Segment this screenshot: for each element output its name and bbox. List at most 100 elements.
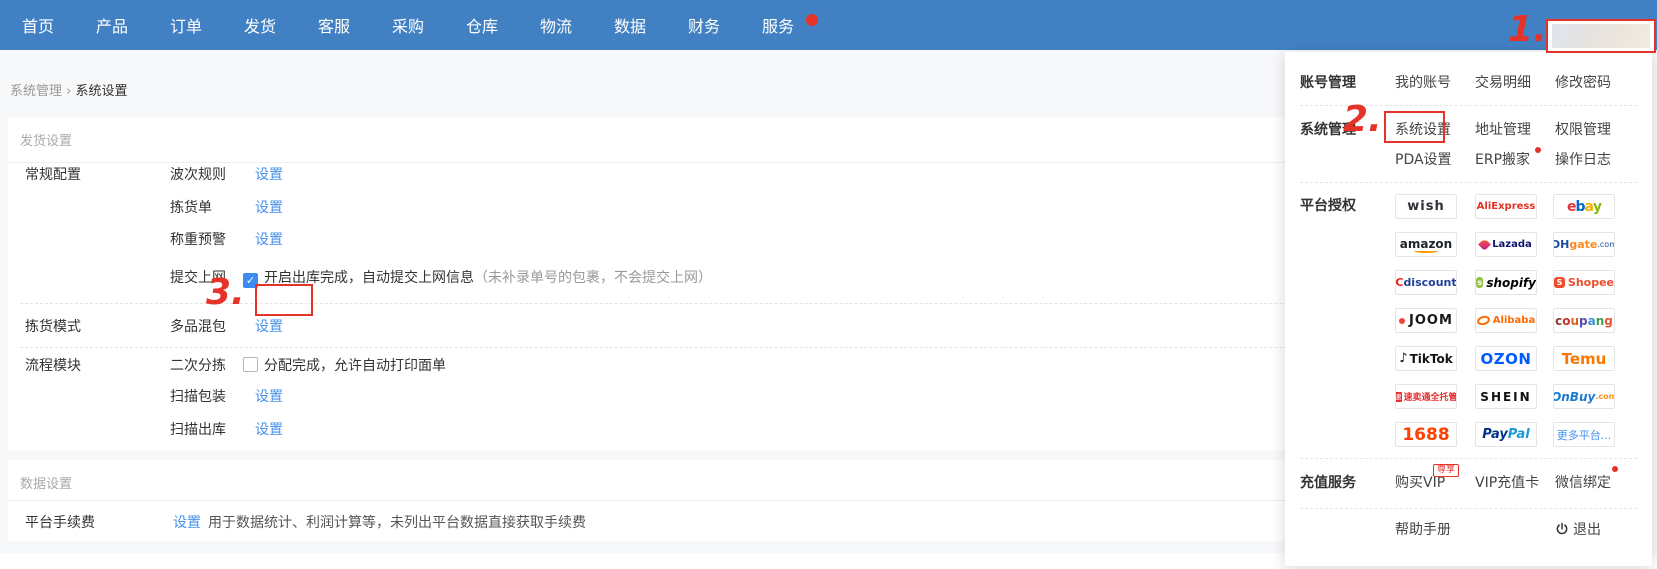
platform-alibaba[interactable]: Alibaba	[1475, 308, 1537, 333]
shein-logo: SHEIN	[1480, 390, 1531, 404]
wechat-binding-dot	[1612, 466, 1618, 472]
aliexpress-managed-logo: 速卖通全托管	[1404, 390, 1458, 403]
menu-item-wechat-binding[interactable]: 微信绑定	[1555, 473, 1611, 493]
shopee-logo: Shopee	[1568, 276, 1614, 289]
menu-item-pda-settings[interactable]: PDA设置	[1395, 150, 1452, 170]
platform-wish[interactable]: wish	[1395, 194, 1457, 219]
user-avatar[interactable]	[1546, 19, 1656, 53]
panel-label-account: 账号管理	[1300, 73, 1356, 93]
menu-item-system-settings[interactable]: 系统设置	[1395, 120, 1451, 140]
checkbox-checked[interactable]: ✓	[243, 273, 258, 288]
joom-logo: JOOM	[1409, 313, 1453, 328]
picking-list-setting-link[interactable]: 设置	[255, 198, 283, 218]
platform-ozon[interactable]: OZON	[1475, 346, 1537, 371]
nav-item-data[interactable]: 数据	[614, 13, 646, 37]
platform-ebay[interactable]: ebay	[1553, 194, 1615, 219]
logo-1688: 1688	[1402, 425, 1449, 445]
platform-amazon[interactable]: amazon	[1395, 232, 1457, 257]
menu-item-permission-management[interactable]: 权限管理	[1555, 120, 1611, 140]
nav-item-shipping[interactable]: 发货	[244, 13, 276, 37]
menu-item-erp-migration[interactable]: ERP搬家	[1475, 150, 1530, 170]
ozon-logo: OZON	[1481, 350, 1532, 368]
row-label-second-sorting: 二次分拣	[170, 356, 226, 376]
platform-temu[interactable]: Temu	[1553, 346, 1615, 371]
checkbox-unchecked[interactable]	[243, 357, 258, 372]
platform-more[interactable]: 更多平台...	[1553, 422, 1615, 447]
row-label-platform-fee: 平台手续费	[25, 513, 95, 533]
row-label-picking-list: 拣货单	[170, 198, 212, 218]
platform-cdiscount[interactable]: Cdiscount	[1395, 270, 1457, 295]
paypal-logo: Pay	[1482, 427, 1508, 442]
dhgate-logo: DH	[1553, 238, 1569, 251]
nav-item-service[interactable]: 服务	[762, 13, 794, 37]
avatar-image	[1552, 24, 1650, 48]
group-label-process-module: 流程模块	[25, 356, 81, 376]
annotation-box-setting	[255, 284, 313, 316]
nav-item-customer-service[interactable]: 客服	[318, 13, 350, 37]
shopee-bag-icon: S	[1554, 277, 1565, 288]
platform-fee-description: 用于数据统计、利润计算等，未列出平台数据直接获取手续费	[208, 513, 586, 533]
row-label-scan-outbound: 扫描出库	[170, 420, 226, 440]
platform-tiktok[interactable]: ♪TikTok	[1395, 346, 1457, 371]
section-title-shipping: 发货设置	[20, 130, 72, 149]
platform-lazada[interactable]: Lazada	[1475, 232, 1537, 257]
platform-dhgate[interactable]: DHgate.com	[1553, 232, 1615, 257]
row-label-scan-packing: 扫描包装	[170, 387, 226, 407]
nav-item-orders[interactable]: 订单	[170, 13, 202, 37]
vip-badge: 尊享	[1433, 464, 1459, 477]
nav-item-warehouse[interactable]: 仓库	[466, 13, 498, 37]
menu-item-vip-card[interactable]: VIP充值卡	[1475, 473, 1539, 493]
wave-rule-setting-link[interactable]: 设置	[255, 165, 283, 185]
group-label-picking-mode: 拣货模式	[25, 317, 81, 337]
scan-outbound-setting-link[interactable]: 设置	[255, 420, 283, 440]
platform-fee-setting-link[interactable]: 设置	[173, 513, 201, 533]
user-dropdown-panel: 账号管理 我的账号 交易明细 修改密码 系统管理 系统设置 地址管理 权限管理 …	[1285, 52, 1652, 566]
cdiscount-logo: C	[1395, 276, 1403, 289]
platform-aliexpress[interactable]: AliExpress	[1475, 194, 1537, 219]
multi-mix-setting-link[interactable]: 设置	[255, 317, 283, 337]
menu-item-transactions[interactable]: 交易明细	[1475, 73, 1531, 93]
breadcrumb-parent[interactable]: 系统管理	[10, 84, 62, 99]
amazon-logo: amazon	[1400, 237, 1452, 253]
menu-item-change-password[interactable]: 修改密码	[1555, 73, 1611, 93]
lazada-logo: Lazada	[1492, 239, 1532, 250]
menu-item-logout[interactable]: 退出	[1555, 520, 1601, 540]
nav-item-logistics[interactable]: 物流	[540, 13, 572, 37]
platform-1688[interactable]: 1688	[1395, 422, 1457, 447]
platform-onbuy[interactable]: OnBuy.com	[1553, 384, 1615, 409]
nav-item-purchasing[interactable]: 采购	[392, 13, 424, 37]
scan-packing-setting-link[interactable]: 设置	[255, 387, 283, 407]
tiktok-logo: TikTok	[1410, 352, 1453, 366]
row-label-wave-rule: 波次规则	[170, 165, 226, 185]
wish-logo: wish	[1407, 199, 1444, 214]
row-label-multi-mix: 多品混包	[170, 317, 226, 337]
submit-online-text: 开启出库完成，自动提交上网信息	[264, 270, 474, 286]
platform-shein[interactable]: SHEIN	[1475, 384, 1537, 409]
platform-shopee[interactable]: SShopee	[1553, 270, 1615, 295]
temu-logo: Temu	[1562, 350, 1607, 368]
menu-item-operation-log[interactable]: 操作日志	[1555, 150, 1611, 170]
platform-aliexpress-managed[interactable]: 速速卖通全托管	[1395, 384, 1457, 409]
platform-paypal[interactable]: PayPal	[1475, 422, 1537, 447]
panel-label-system: 系统管理	[1300, 120, 1356, 140]
nav-item-home[interactable]: 首页	[22, 13, 54, 37]
erp-migration-dot	[1535, 147, 1541, 153]
platform-joom[interactable]: JOOM	[1395, 308, 1457, 333]
platform-coupang[interactable]: coupang	[1553, 308, 1615, 333]
breadcrumb-separator: ›	[66, 84, 71, 99]
alibaba-logo: Alibaba	[1493, 315, 1535, 326]
platform-shopify[interactable]: sshopify	[1475, 270, 1537, 295]
nav-item-products[interactable]: 产品	[96, 13, 128, 37]
menu-item-my-account[interactable]: 我的账号	[1395, 73, 1451, 93]
shopify-logo: shopify	[1486, 276, 1536, 290]
ebay-logo: e	[1567, 199, 1576, 215]
coupang-logo: c	[1555, 314, 1562, 328]
menu-item-address-management[interactable]: 地址管理	[1475, 120, 1531, 140]
menu-item-help-manual[interactable]: 帮助手册	[1395, 520, 1451, 540]
weight-alert-setting-link[interactable]: 设置	[255, 230, 283, 250]
top-navbar: 首页 产品 订单 发货 客服 采购 仓库 物流 数据 财务 服务	[0, 0, 1657, 50]
notification-dot	[806, 14, 818, 26]
second-sorting-option: 分配完成，允许自动打印面单	[243, 356, 446, 376]
nav-item-finance[interactable]: 财务	[688, 13, 720, 37]
submit-online-option: ✓开启出库完成，自动提交上网信息（未补录单号的包裹，不会提交上网）	[243, 268, 712, 288]
